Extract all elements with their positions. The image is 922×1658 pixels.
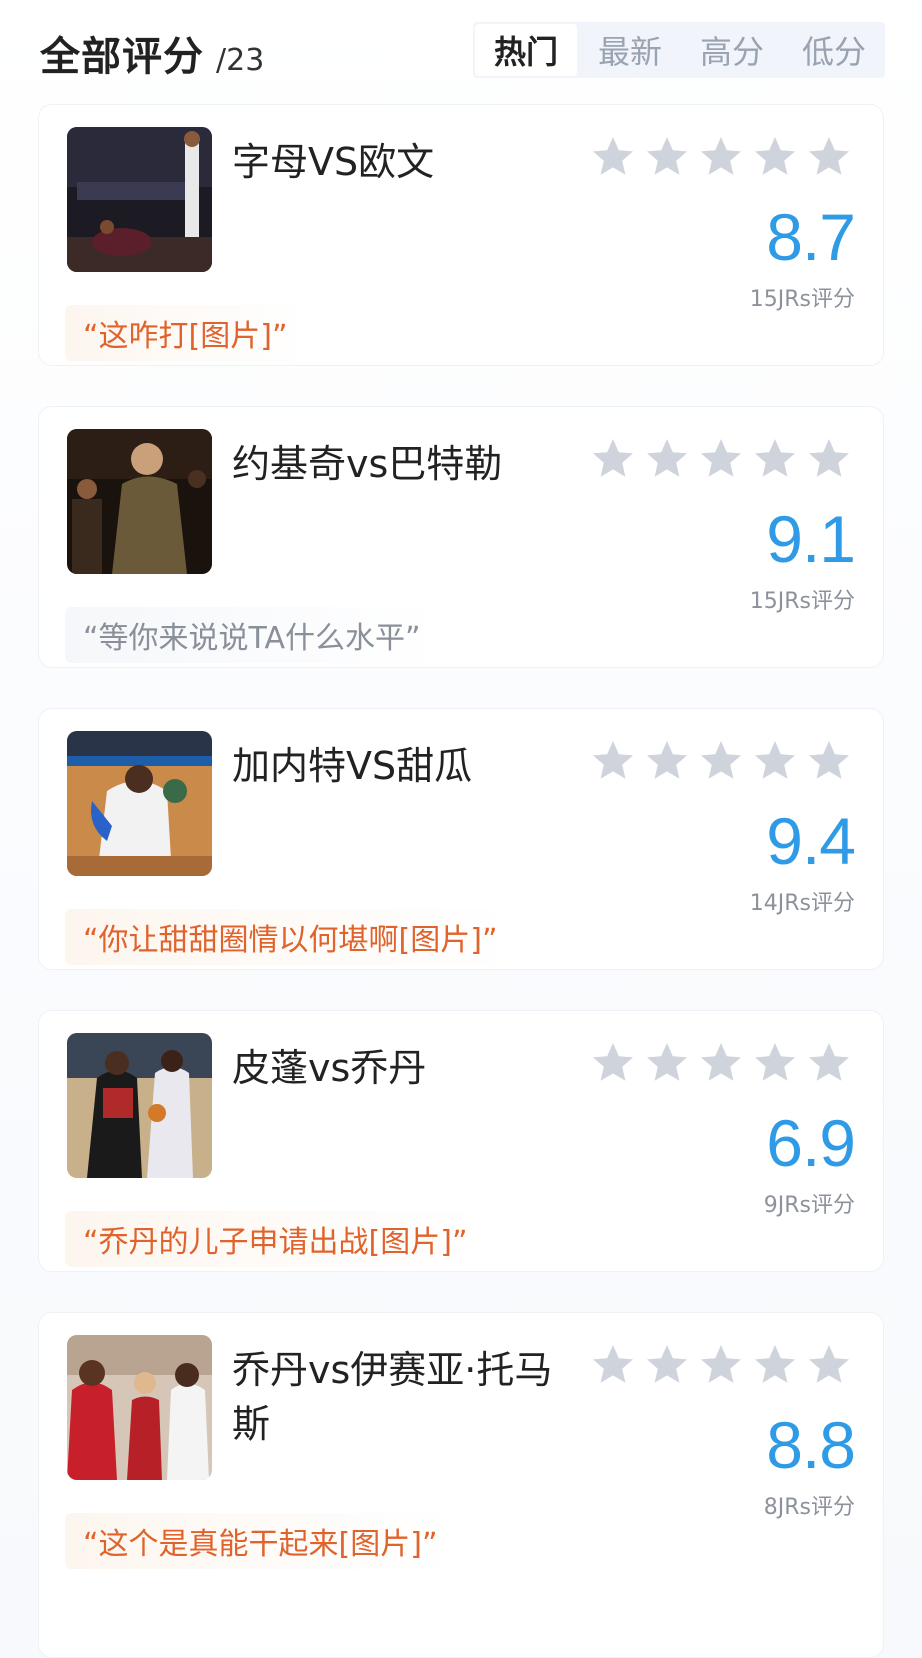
thumbnail-image xyxy=(67,1335,212,1480)
score-value: 9.4 xyxy=(766,804,856,878)
tab-high-score[interactable]: 高分 xyxy=(681,22,783,78)
tab-latest[interactable]: 最新 xyxy=(579,22,681,78)
vote-count: 8JRs评分 xyxy=(763,1495,855,1520)
thumbnail-image xyxy=(67,127,212,272)
star-icon xyxy=(593,439,633,477)
star-icon xyxy=(647,439,687,477)
star-icon xyxy=(647,1345,687,1383)
star-icon xyxy=(593,741,633,779)
score-value: 6.9 xyxy=(766,1106,856,1180)
star-icon xyxy=(809,1345,849,1383)
star-icon xyxy=(809,439,849,477)
match-title: 约基奇vs巴特勒 xyxy=(232,442,503,486)
top-comment[interactable]: “这个是真能干起来[图片]” xyxy=(65,1513,456,1569)
star-icon xyxy=(755,439,795,477)
star-icon xyxy=(593,1043,633,1081)
match-title: 皮蓬vs乔丹 xyxy=(232,1046,427,1090)
star-rating xyxy=(589,1039,853,1087)
title-group: 全部评分 /23 xyxy=(40,24,264,82)
star-icon xyxy=(647,137,687,175)
rating-card[interactable]: 乔丹vs伊赛亚·托马斯 8.8 8JRs评分 “这个是真能干起来[图片]” xyxy=(38,1312,884,1658)
thumbnail-image xyxy=(67,429,212,574)
rating-card[interactable]: 约基奇vs巴特勒 9.1 15JRs评分 “等你来说说TA什么水平” xyxy=(38,406,884,668)
star-icon xyxy=(647,741,687,779)
rating-card[interactable]: 皮蓬vs乔丹 6.9 9JRs评分 “乔丹的儿子申请出战[图片]” xyxy=(38,1010,884,1272)
star-icon xyxy=(701,137,741,175)
star-icon xyxy=(755,1345,795,1383)
score-value: 9.1 xyxy=(766,502,856,576)
vote-count: 15JRs评分 xyxy=(749,589,855,614)
page-title: 全部评分 xyxy=(40,34,204,80)
rating-card[interactable]: 加内特VS甜瓜 9.4 14JRs评分 “你让甜甜圈情以何堪啊[图片]” xyxy=(38,708,884,970)
star-icon xyxy=(755,137,795,175)
vote-count: 15JRs评分 xyxy=(749,287,855,312)
star-icon xyxy=(701,1043,741,1081)
rating-card[interactable]: 字母VS欧文 8.7 15JRs评分 “这咋打[图片]” xyxy=(38,104,884,366)
star-rating xyxy=(589,435,853,483)
header: 全部评分 /23 热门 最新 高分 低分 xyxy=(40,18,885,82)
rating-count: /23 xyxy=(216,43,265,78)
match-title: 乔丹vs伊赛亚·托马斯 xyxy=(232,1348,553,1446)
vote-count: 14JRs评分 xyxy=(749,891,855,916)
star-icon xyxy=(809,1043,849,1081)
match-title: 加内特VS甜瓜 xyxy=(232,744,473,788)
star-icon xyxy=(593,137,633,175)
star-rating xyxy=(589,133,853,181)
top-comment[interactable]: “这咋打[图片]” xyxy=(65,305,306,361)
star-icon xyxy=(647,1043,687,1081)
vote-count: 9JRs评分 xyxy=(763,1193,855,1218)
star-rating xyxy=(589,1341,853,1389)
match-title: 字母VS欧文 xyxy=(232,140,435,184)
top-comment[interactable]: “等你来说说TA什么水平” xyxy=(65,607,439,663)
thumbnail-image xyxy=(67,1033,212,1178)
tab-low-score[interactable]: 低分 xyxy=(783,22,885,78)
star-icon xyxy=(701,1345,741,1383)
top-comment[interactable]: “你让甜甜圈情以何堪啊[图片]” xyxy=(65,909,516,965)
star-icon xyxy=(755,1043,795,1081)
star-icon xyxy=(701,741,741,779)
star-icon xyxy=(755,741,795,779)
thumbnail-image xyxy=(67,731,212,876)
star-icon xyxy=(809,137,849,175)
star-icon xyxy=(593,1345,633,1383)
star-icon xyxy=(701,439,741,477)
sort-tabs: 热门 最新 高分 低分 xyxy=(473,22,885,78)
star-icon xyxy=(809,741,849,779)
score-value: 8.7 xyxy=(766,200,856,274)
star-rating xyxy=(589,737,853,785)
score-value: 8.8 xyxy=(766,1408,856,1482)
tab-hot[interactable]: 热门 xyxy=(475,24,577,76)
top-comment[interactable]: “乔丹的儿子申请出战[图片]” xyxy=(65,1211,486,1267)
